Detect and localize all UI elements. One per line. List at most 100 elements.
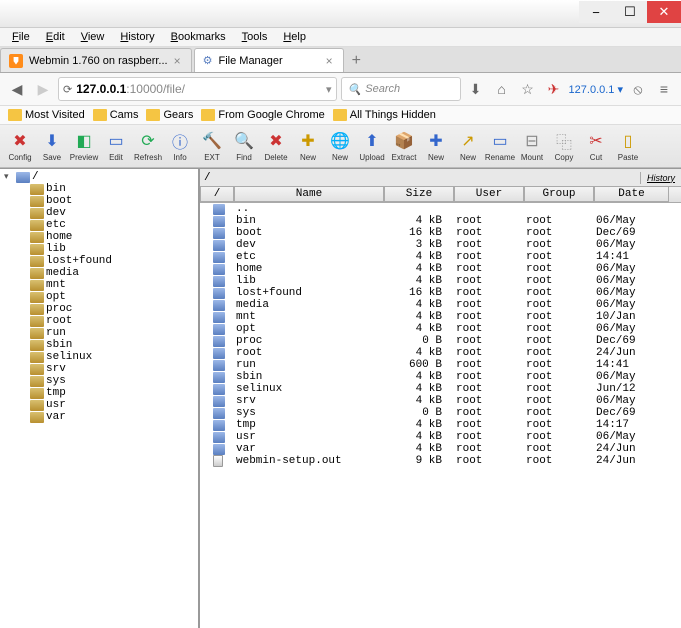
ip-label[interactable]: 127.0.0.1 ▾ <box>569 83 623 96</box>
tree-item[interactable]: selinux <box>2 351 196 363</box>
bookmark-most-visited[interactable]: Most Visited <box>8 109 85 121</box>
tool-config[interactable]: ✖Config <box>4 127 36 165</box>
bookmark-from-google-chrome[interactable]: From Google Chrome <box>201 109 324 121</box>
tab-0[interactable]: Webmin 1.760 on raspberr...× <box>0 48 192 72</box>
window-minimize[interactable]: − <box>579 1 613 23</box>
tree-item[interactable]: home <box>2 231 196 243</box>
col-icon[interactable]: / <box>200 187 234 202</box>
tab-1[interactable]: ⚙File Manager× <box>194 48 344 72</box>
tree-item[interactable]: sbin <box>2 339 196 351</box>
noscript-icon[interactable]: ⦸ <box>627 78 649 100</box>
file-row[interactable]: dev3 kBrootroot06/May <box>200 239 681 251</box>
history-button[interactable]: History <box>640 172 681 184</box>
col-name[interactable]: Name <box>234 187 384 202</box>
file-row[interactable]: mnt4 kBrootroot10/Jan <box>200 311 681 323</box>
tool-delete[interactable]: ✖Delete <box>260 127 292 165</box>
file-row[interactable]: sys0 BrootrootDec/69 <box>200 407 681 419</box>
tree-item[interactable]: lib <box>2 243 196 255</box>
tool-new[interactable]: 🌐New <box>324 127 356 165</box>
tab-close[interactable]: × <box>326 54 333 68</box>
parent-dir[interactable]: .. <box>200 203 681 215</box>
file-row[interactable]: opt4 kBrootroot06/May <box>200 323 681 335</box>
file-row[interactable]: sbin4 kBrootroot06/May <box>200 371 681 383</box>
tool-new[interactable]: ✚New <box>420 127 452 165</box>
tree-item[interactable]: sys <box>2 375 196 387</box>
tool-new[interactable]: ✚New <box>292 127 324 165</box>
menu-file[interactable]: File <box>6 30 36 44</box>
bookmark-gears[interactable]: Gears <box>146 109 193 121</box>
tool-ext[interactable]: 🔨EXT <box>196 127 228 165</box>
dropdown-icon[interactable]: ▾ <box>326 83 332 96</box>
tool-cut[interactable]: ✂Cut <box>580 127 612 165</box>
tool-copy[interactable]: ⿻Copy <box>548 127 580 165</box>
tool-info[interactable]: ⓘInfo <box>164 127 196 165</box>
file-row[interactable]: bin4 kBrootroot06/May <box>200 215 681 227</box>
tree-item[interactable]: boot <box>2 195 196 207</box>
col-user[interactable]: User <box>454 187 524 202</box>
nav-forward[interactable]: ▶ <box>32 78 54 100</box>
file-row[interactable]: lib4 kBrootroot06/May <box>200 275 681 287</box>
menu-help[interactable]: Help <box>277 30 312 44</box>
menu-tools[interactable]: Tools <box>236 30 274 44</box>
tool-preview[interactable]: ◧Preview <box>68 127 100 165</box>
tool-mount[interactable]: ⊟Mount <box>516 127 548 165</box>
tab-close[interactable]: × <box>174 54 181 68</box>
file-row[interactable]: lost+found16 kBrootroot06/May <box>200 287 681 299</box>
tool-find[interactable]: 🔍Find <box>228 127 260 165</box>
downloads-icon[interactable]: ⬇ <box>465 78 487 100</box>
menu-bookmarks[interactable]: Bookmarks <box>165 30 232 44</box>
tree-item[interactable]: srv <box>2 363 196 375</box>
nav-back[interactable]: ◀ <box>6 78 28 100</box>
tree-item[interactable]: bin <box>2 183 196 195</box>
tree-item[interactable]: media <box>2 267 196 279</box>
menu-history[interactable]: History <box>114 30 160 44</box>
file-row[interactable]: media4 kBrootroot06/May <box>200 299 681 311</box>
tree-item[interactable]: usr <box>2 399 196 411</box>
tool-refresh[interactable]: ⟳Refresh <box>132 127 164 165</box>
tree-item[interactable]: tmp <box>2 387 196 399</box>
folder-tree[interactable]: ▾/binbootdevetchomeliblost+foundmediamnt… <box>0 169 200 628</box>
window-close[interactable]: ✕ <box>647 1 681 23</box>
file-row[interactable]: webmin-setup.out9 kBrootroot24/Jun <box>200 455 681 467</box>
current-path[interactable]: / <box>200 171 640 185</box>
tool-save[interactable]: ⬇Save <box>36 127 68 165</box>
search-box[interactable]: 🔍 Search <box>341 77 461 101</box>
tree-item[interactable]: run <box>2 327 196 339</box>
tree-item[interactable]: var <box>2 411 196 423</box>
file-row[interactable]: run600 Brootroot14:41 <box>200 359 681 371</box>
file-row[interactable]: usr4 kBrootroot06/May <box>200 431 681 443</box>
tree-item[interactable]: opt <box>2 291 196 303</box>
new-tab[interactable]: + <box>346 50 367 72</box>
reload-icon[interactable]: ⟳ <box>63 83 72 96</box>
tree-item[interactable]: mnt <box>2 279 196 291</box>
url-box[interactable]: ⟳ 127.0.0.1:10000/file/ ▾ <box>58 77 337 101</box>
file-row[interactable]: root4 kBrootroot24/Jun <box>200 347 681 359</box>
tree-root[interactable]: ▾/ <box>2 171 196 183</box>
hamburger-icon[interactable]: ≡ <box>653 78 675 100</box>
tool-extract[interactable]: 📦Extract <box>388 127 420 165</box>
tree-item[interactable]: lost+found <box>2 255 196 267</box>
tree-item[interactable]: dev <box>2 207 196 219</box>
tool-upload[interactable]: ⬆Upload <box>356 127 388 165</box>
location-icon[interactable]: ✈ <box>543 78 565 100</box>
file-list[interactable]: ..bin4 kBrootroot06/Mayboot16 kBrootroot… <box>200 203 681 628</box>
col-size[interactable]: Size <box>384 187 454 202</box>
col-group[interactable]: Group <box>524 187 594 202</box>
bookmark-star-icon[interactable]: ☆ <box>517 78 539 100</box>
tree-item[interactable]: etc <box>2 219 196 231</box>
file-row[interactable]: var4 kBrootroot24/Jun <box>200 443 681 455</box>
tree-item[interactable]: root <box>2 315 196 327</box>
bookmark-all-things-hidden[interactable]: All Things Hidden <box>333 109 436 121</box>
col-date[interactable]: Date <box>594 187 669 202</box>
window-maximize[interactable]: ☐ <box>613 1 647 23</box>
file-row[interactable]: proc0 BrootrootDec/69 <box>200 335 681 347</box>
file-row[interactable]: selinux4 kBrootrootJun/12 <box>200 383 681 395</box>
file-row[interactable]: boot16 kBrootrootDec/69 <box>200 227 681 239</box>
menu-edit[interactable]: Edit <box>40 30 71 44</box>
file-row[interactable]: tmp4 kBrootroot14:17 <box>200 419 681 431</box>
file-row[interactable]: srv4 kBrootroot06/May <box>200 395 681 407</box>
home-icon[interactable]: ⌂ <box>491 78 513 100</box>
tool-edit[interactable]: ▭Edit <box>100 127 132 165</box>
tool-new[interactable]: ↗New <box>452 127 484 165</box>
file-row[interactable]: etc4 kBrootroot14:41 <box>200 251 681 263</box>
